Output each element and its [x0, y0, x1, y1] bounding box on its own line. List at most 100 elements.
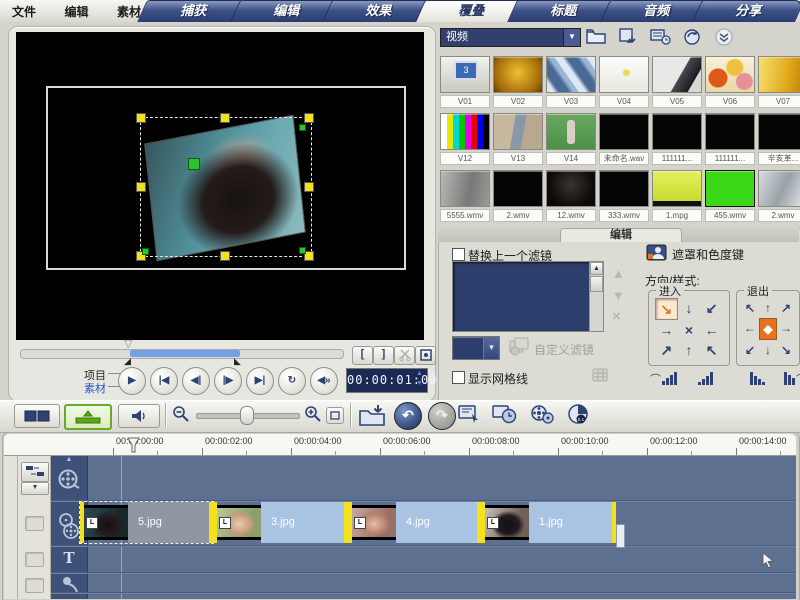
replace-last-filter-checkbox[interactable]	[452, 248, 465, 261]
insert-media-files-icon[interactable]	[358, 403, 386, 427]
exit-to-bottom-left[interactable]: ↙	[741, 340, 759, 360]
exit-to-right[interactable]: →	[777, 318, 795, 340]
clip-thumbnail[interactable]: L	[352, 505, 396, 540]
library-thumbnail[interactable]: V01	[440, 56, 490, 108]
thumbnail-image[interactable]	[705, 113, 755, 150]
enter-from-top[interactable]: ↓	[678, 298, 701, 320]
clip-filename-label[interactable]: 5.jpg	[128, 502, 209, 543]
enter-from-bottom-left[interactable]: ↗	[655, 340, 678, 360]
clip-thumbnail[interactable]: L	[217, 505, 261, 540]
distort-handle-bottom-right[interactable]	[299, 247, 306, 254]
timeline-ruler[interactable]: 00:00:00:00 00:00:02:00 00:00:04:00 00:0…	[4, 434, 796, 456]
thumbnail-image[interactable]	[758, 170, 800, 207]
thumbnail-image[interactable]	[440, 113, 490, 150]
clip-mode-label[interactable]: 素材	[84, 380, 106, 396]
applied-filters-listbox[interactable]: ▲	[452, 261, 604, 332]
library-thumbnail[interactable]: 未命名.wav	[599, 113, 649, 165]
enter-from-left[interactable]: →	[655, 320, 678, 340]
library-thumbnail[interactable]: 455.wmv	[705, 170, 755, 222]
timeline-clip[interactable]: L 4.jpg	[348, 502, 481, 543]
show-grid-lines-checkbox[interactable]	[452, 371, 465, 384]
mask-chroma-key-label[interactable]: 遮罩和色度键	[672, 246, 744, 263]
track-manager-button[interactable]	[21, 462, 49, 482]
thumbnail-image[interactable]	[546, 170, 596, 207]
enlarge-preview-button[interactable]	[415, 346, 436, 365]
clip-filename-label[interactable]: 1.jpg	[529, 502, 612, 543]
end-button[interactable]: ▶|	[246, 367, 274, 395]
resize-handle-w[interactable]	[136, 182, 146, 192]
title-track-icon[interactable]: T	[51, 548, 87, 568]
tracks-scroll-up-icon[interactable]: ▲	[51, 456, 87, 463]
scrollbar-thumb[interactable]	[590, 276, 603, 292]
voice-track-icon[interactable]	[51, 574, 87, 594]
thumbnail-image[interactable]	[599, 113, 649, 150]
move-filter-down-button[interactable]: ▼	[612, 288, 625, 303]
timecode-spinner[interactable]: ▲▼	[414, 369, 425, 390]
library-thumbnail[interactable]: V06	[705, 56, 755, 108]
menu-item[interactable]: 文件	[0, 0, 48, 20]
painting-creator-icon[interactable]	[530, 404, 556, 425]
thumbnail-image[interactable]	[705, 170, 755, 207]
exit-to-bottom[interactable]: ↓	[759, 340, 777, 360]
clip-thumbnail[interactable]: L	[84, 505, 128, 540]
library-organizer-icon[interactable]	[648, 27, 672, 46]
thumbnail-image[interactable]	[493, 113, 543, 150]
sound-mixer-view-button[interactable]	[118, 404, 160, 428]
open-folder-icon[interactable]	[584, 27, 608, 46]
filter-preset-swatch[interactable]	[452, 336, 484, 360]
rotate-before-pause-icon[interactable]: ⌒	[650, 372, 677, 385]
trim-handle-start[interactable]: ◢	[124, 356, 131, 367]
smart-proxy-manager-icon[interactable]	[492, 404, 518, 425]
resize-handle-ne[interactable]	[304, 113, 314, 123]
exit-to-left[interactable]: ←	[741, 318, 759, 340]
thumbnail-image[interactable]	[599, 56, 649, 93]
enter-from-bottom[interactable]: ↑	[678, 340, 701, 360]
distort-handle-bottom-left[interactable]	[142, 248, 149, 255]
delete-filter-button[interactable]: ×	[612, 308, 621, 325]
undo-button[interactable]: ↶	[394, 402, 422, 430]
fit-project-in-window-button[interactable]	[326, 407, 344, 424]
mark-in-button[interactable]: [	[352, 346, 373, 365]
thumbnail-image[interactable]	[546, 113, 596, 150]
library-thumbnail[interactable]: V05	[652, 56, 702, 108]
move-filter-up-button[interactable]: ▲	[612, 266, 625, 281]
distort-handle-top-right[interactable]	[299, 124, 306, 131]
scrubber-playhead-icon[interactable]: ▽	[124, 337, 132, 350]
next-frame-button[interactable]: |▶	[214, 367, 242, 395]
import-media-icon[interactable]	[616, 27, 640, 46]
options-chevron-icon[interactable]	[712, 27, 736, 46]
library-thumbnail[interactable]: V12	[440, 113, 490, 165]
gallery-category-select[interactable]: 视频	[440, 28, 565, 47]
library-thumbnail[interactable]: V13	[493, 113, 543, 165]
library-thumbnail[interactable]: V03	[546, 56, 596, 108]
volume-button[interactable]: ◀»	[310, 367, 338, 395]
resize-handle-nw[interactable]	[136, 113, 146, 123]
title-track-ripple-button[interactable]	[25, 552, 44, 567]
rotate-after-pause-icon[interactable]: ⌒	[784, 372, 800, 385]
library-thumbnail[interactable]: 333.wmv	[599, 170, 649, 222]
clip-filename-label[interactable]: 4.jpg	[396, 502, 477, 543]
resize-handle-s[interactable]	[220, 251, 230, 261]
library-thumbnail[interactable]: V04	[599, 56, 649, 108]
thumbnail-image[interactable]	[440, 56, 490, 93]
timeline-view-button[interactable]	[64, 404, 112, 430]
fade-in-icon[interactable]	[698, 372, 713, 385]
scroll-up-icon[interactable]: ▲	[590, 262, 603, 275]
exit-to-top-right[interactable]: ↗	[777, 298, 795, 318]
scrubber-selected-range[interactable]	[130, 350, 240, 357]
library-thumbnail[interactable]: 5555.wmv	[440, 170, 490, 222]
library-thumbnail[interactable]: V07	[758, 56, 800, 108]
home-button[interactable]: |◀	[150, 367, 178, 395]
repeat-button[interactable]: ↻	[278, 367, 306, 395]
library-thumbnail[interactable]: 12.wmv	[546, 170, 596, 222]
distort-handle-top-left[interactable]	[188, 158, 200, 170]
split-clip-scissors-button[interactable]	[394, 346, 415, 365]
mark-out-button[interactable]: ]	[373, 346, 394, 365]
library-thumbnail[interactable]: 111111...	[705, 113, 755, 165]
gallery-select-arrow-icon[interactable]: ▼	[563, 28, 581, 47]
thumbnail-image[interactable]	[546, 56, 596, 93]
timeline-clip[interactable]: L 3.jpg	[213, 502, 348, 543]
exit-to-bottom-right[interactable]: ↘	[777, 340, 795, 360]
library-thumbnail[interactable]: 111111...	[652, 113, 702, 165]
resize-handle-e[interactable]	[304, 182, 314, 192]
